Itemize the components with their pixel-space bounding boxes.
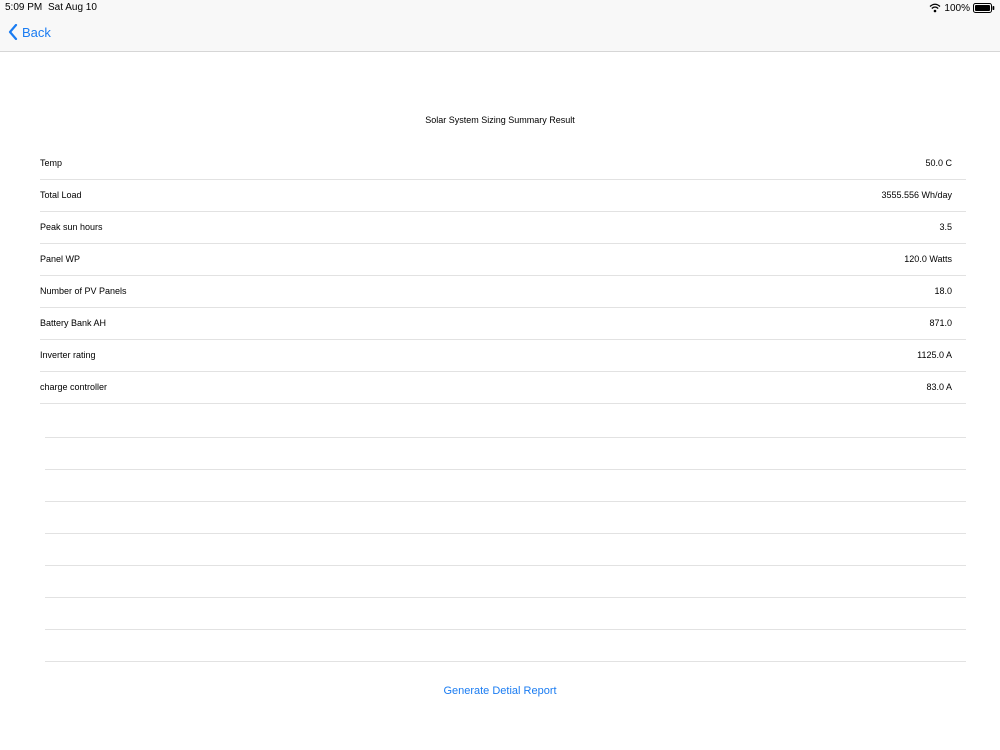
result-value: 120.0 Watts	[904, 254, 952, 264]
result-label: Panel WP	[40, 254, 81, 264]
result-row: charge controller 83.0 A	[40, 372, 966, 404]
status-indicators: 100%	[929, 1, 995, 15]
chevron-left-icon	[8, 24, 18, 40]
result-label: charge controller	[40, 382, 108, 392]
result-row: Inverter rating 1125.0 A	[40, 340, 966, 372]
result-row: Panel WP 120.0 Watts	[40, 244, 966, 276]
result-value: 1125.0 A	[917, 350, 952, 360]
battery-icon	[973, 3, 995, 13]
empty-row	[45, 630, 966, 662]
result-value: 18.0	[934, 286, 952, 296]
status-time: 5:09 PM	[5, 2, 43, 13]
result-label: Peak sun hours	[40, 222, 103, 232]
empty-row	[45, 502, 966, 534]
result-value: 3555.556 Wh/day	[881, 190, 952, 200]
result-row: Number of PV Panels 18.0	[40, 276, 966, 308]
back-label: Back	[22, 24, 51, 40]
result-label: Number of PV Panels	[40, 286, 127, 296]
result-row: Temp 50.0 C	[40, 148, 966, 180]
result-row: Battery Bank AH 871.0	[40, 308, 966, 340]
empty-row	[45, 566, 966, 598]
summary-title: Solar System Sizing Summary Result	[425, 115, 575, 125]
empty-row	[45, 406, 966, 438]
result-row: Peak sun hours 3.5	[40, 212, 966, 244]
result-label: Temp	[40, 158, 63, 168]
empty-row	[45, 438, 966, 470]
status-bar: 5:09 PM Sat Aug 10 100%	[0, 0, 1000, 16]
empty-row	[45, 534, 966, 566]
result-label: Battery Bank AH	[40, 318, 107, 328]
result-value: 871.0	[929, 318, 952, 328]
wifi-icon	[929, 3, 941, 13]
result-label: Inverter rating	[40, 350, 96, 360]
result-row: Total Load 3555.556 Wh/day	[40, 180, 966, 212]
result-value: 50.0 C	[925, 158, 952, 168]
result-label: Total Load	[40, 190, 82, 200]
empty-row	[45, 470, 966, 502]
battery-percentage: 100%	[944, 2, 970, 14]
result-value: 83.0 A	[926, 382, 952, 392]
back-button[interactable]: Back	[8, 24, 51, 40]
results-list: Temp 50.0 C Total Load 3555.556 Wh/day P…	[0, 148, 1000, 404]
empty-row	[45, 598, 966, 630]
empty-table-rows	[0, 406, 1000, 662]
status-date: Sat Aug 10	[48, 2, 97, 13]
result-value: 3.5	[939, 222, 952, 232]
generate-report-button[interactable]: Generate Detial Report	[0, 685, 1000, 697]
